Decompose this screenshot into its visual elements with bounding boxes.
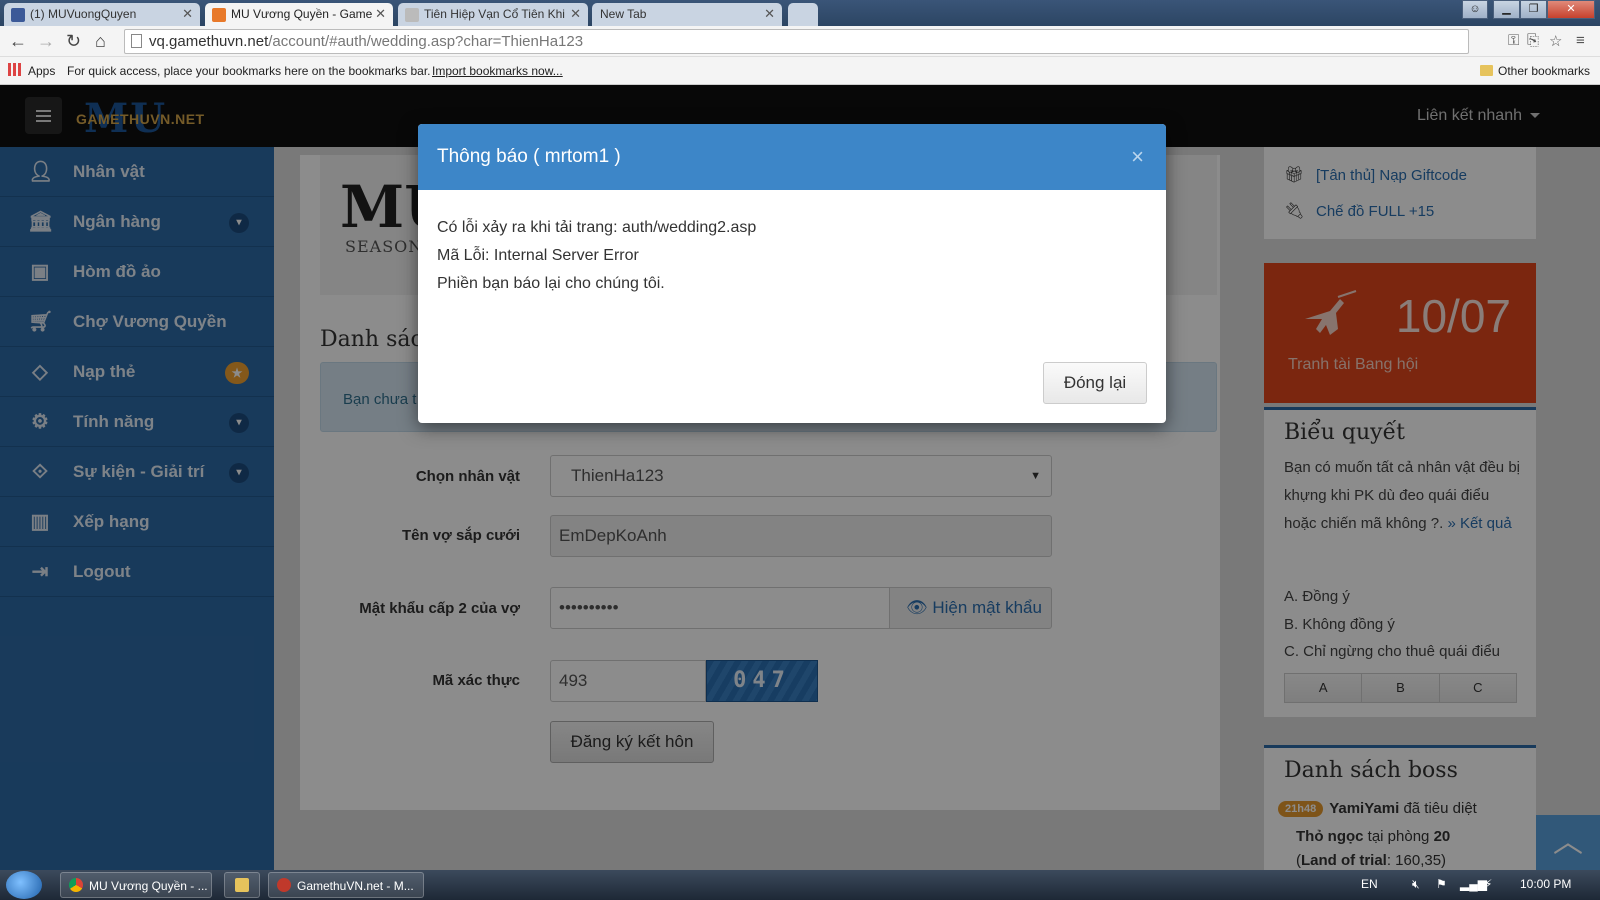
taskbar-gamethuvn[interactable]: GamethuVN.net - M... xyxy=(268,872,424,898)
maximize-icon[interactable]: ❐ xyxy=(1520,0,1547,19)
user-icon[interactable]: ☺ xyxy=(1462,0,1488,19)
close-tab-icon[interactable]: ✕ xyxy=(182,6,193,22)
browser-tab-strip: (1) MUVuongQuyen ✕ MU Vương Quyền - Game… xyxy=(0,0,1600,26)
star-bookmark-icon[interactable]: ☆ xyxy=(1549,32,1562,50)
tab-label: (1) MUVuongQuyen xyxy=(30,7,137,21)
error-message-line: Có lỗi xảy ra khi tải trang: auth/weddin… xyxy=(437,219,757,236)
clock[interactable]: 10:00 PM xyxy=(1520,877,1571,891)
reload-icon[interactable]: ↻ xyxy=(66,31,81,52)
close-tab-icon[interactable]: ✕ xyxy=(764,6,775,22)
close-tab-icon[interactable]: ✕ xyxy=(570,6,581,22)
back-icon[interactable]: ← xyxy=(9,31,27,52)
forward-icon[interactable]: → xyxy=(37,31,55,52)
url-host: vq.gamethuvn.net xyxy=(149,33,269,50)
folder-icon xyxy=(235,878,249,892)
language-indicator[interactable]: EN xyxy=(1361,877,1378,891)
page-icon xyxy=(131,34,142,48)
taskbar-chrome[interactable]: MU Vương Quyền - ... xyxy=(60,872,212,898)
report-line: Phiền bạn báo lại cho chúng tôi. xyxy=(437,275,665,292)
apps-icon[interactable] xyxy=(8,63,21,76)
close-window-icon[interactable]: ✕ xyxy=(1547,0,1595,19)
tab-label: MU Vương Quyền - Game xyxy=(231,7,373,21)
modal-body: Có lỗi xảy ra khi tải trang: auth/weddin… xyxy=(437,214,756,298)
close-icon[interactable]: × xyxy=(1131,144,1144,170)
home-icon[interactable]: ⌂ xyxy=(95,31,106,52)
bookmarks-hint: For quick access, place your bookmarks h… xyxy=(67,64,431,78)
chrome-menu-icon[interactable]: ≡ xyxy=(1576,32,1585,49)
notification-modal: Thông báo ( mrtom1 ) × Có lỗi xảy ra khi… xyxy=(418,124,1166,423)
game-icon xyxy=(277,878,291,892)
apps-link[interactable]: Apps xyxy=(28,64,55,78)
windows-start-button[interactable] xyxy=(6,871,42,899)
modal-header: Thông báo ( mrtom1 ) × xyxy=(418,124,1166,190)
close-tab-icon[interactable]: ✕ xyxy=(375,6,386,22)
tab-mu-vuong-quyen[interactable]: MU Vương Quyền - Game ✕ xyxy=(205,3,393,26)
tab-label: Tiên Hiệp Vạn Cổ Tiên Khi xyxy=(424,7,565,21)
translate-icon[interactable]: ⎘ xyxy=(1527,32,1539,49)
new-tab-button[interactable] xyxy=(788,3,818,26)
chrome-icon xyxy=(69,878,83,892)
key-icon[interactable]: ⚿ xyxy=(1508,32,1519,49)
network-icon[interactable]: ▂▄▆ xyxy=(1460,877,1487,891)
flag-icon[interactable]: ⚑ xyxy=(1436,877,1447,891)
minimize-icon[interactable]: ▁ xyxy=(1493,0,1520,19)
bookmarks-bar: Apps For quick access, place your bookma… xyxy=(0,57,1600,85)
error-code-line: Mã Lỗi: Internal Server Error xyxy=(437,247,639,264)
power-icon[interactable]: ⚡︎ xyxy=(1484,877,1492,891)
tab-tien-hiep[interactable]: Tiên Hiệp Vạn Cổ Tiên Khi ✕ xyxy=(398,3,588,26)
tab-facebook[interactable]: (1) MUVuongQuyen ✕ xyxy=(4,3,200,26)
windows-taskbar: MU Vương Quyền - ... GamethuVN.net - M..… xyxy=(0,870,1600,900)
close-modal-button[interactable]: Đóng lại xyxy=(1043,362,1147,404)
url-path: /account/#auth/wedding.asp?char=ThienHa1… xyxy=(268,33,584,50)
volume-icon[interactable]: 🔇︎ xyxy=(1412,877,1420,892)
facebook-icon xyxy=(11,8,25,22)
taskbar-explorer[interactable] xyxy=(224,872,260,898)
tab-new-tab[interactable]: New Tab ✕ xyxy=(592,3,782,26)
browser-toolbar: ← → ↻ ⌂ vq.gamethuvn.net/account/#auth/w… xyxy=(0,26,1600,57)
mu-favicon-icon xyxy=(212,8,226,22)
other-bookmarks[interactable]: Other bookmarks xyxy=(1480,64,1590,78)
folder-icon xyxy=(1480,65,1493,76)
page-favicon-icon xyxy=(405,8,419,22)
import-bookmarks-link[interactable]: Import bookmarks now... xyxy=(432,64,563,78)
taskbar-task-label: GamethuVN.net - M... xyxy=(297,879,414,893)
taskbar-task-label: MU Vương Quyền - ... xyxy=(89,879,208,893)
address-bar[interactable]: vq.gamethuvn.net/account/#auth/wedding.a… xyxy=(124,29,1469,54)
other-bookmarks-label: Other bookmarks xyxy=(1498,64,1591,78)
tab-label: New Tab xyxy=(600,7,647,21)
modal-title: Thông báo ( mrtom1 ) xyxy=(437,146,621,167)
